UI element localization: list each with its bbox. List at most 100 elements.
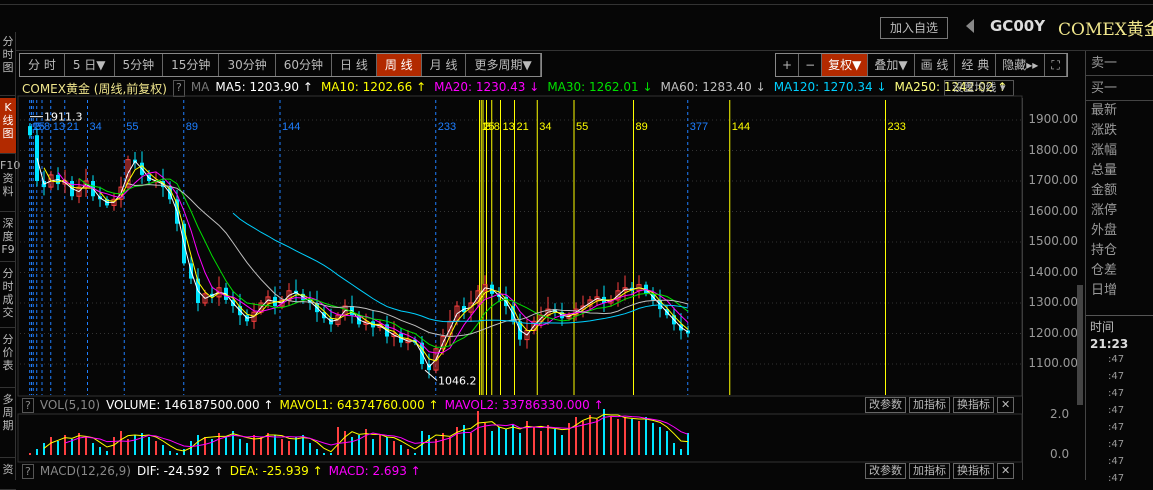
macd-value: MACD: 2.693 ↑ (328, 464, 421, 478)
volume-bar (351, 437, 353, 455)
volume-bar (470, 433, 472, 455)
volume-bar (176, 453, 178, 455)
fib-label: 233 (888, 121, 906, 133)
quote-label: 涨跌 (1091, 123, 1118, 138)
volume-bar (680, 449, 682, 455)
volume-bar (260, 437, 262, 455)
quote-label: 买一 (1086, 76, 1153, 101)
volume-bar (491, 431, 493, 455)
macd-header: ? MACD(12,26,9) DIF: -24.592 ↑ DEA: -25.… (22, 464, 421, 479)
volume-bar (596, 419, 598, 455)
volume-bar (211, 439, 213, 455)
switch-indicator-button[interactable]: 换指标 (953, 397, 994, 413)
volume-bar (575, 417, 577, 455)
quote-label: 最新 (1091, 103, 1118, 118)
close-icon[interactable]: ✕ (997, 397, 1015, 413)
ma-line (232, 212, 689, 324)
tick-time: :47 (1108, 371, 1125, 382)
dif-value: DIF: -24.592 ↑ (136, 464, 224, 478)
volume-bar (57, 441, 59, 455)
volume-bar (113, 437, 115, 455)
edit-params-button[interactable]: 改参数 (865, 463, 906, 479)
volume-bar (547, 425, 549, 455)
volume-bar (85, 437, 87, 455)
volume-bar (400, 445, 402, 455)
volume-bar (631, 419, 633, 455)
volume-bar (148, 437, 150, 455)
low-pointer (424, 369, 438, 381)
add-indicator-button[interactable]: 加指标 (909, 463, 950, 479)
volume-bar (134, 435, 136, 455)
quote-label: 涨幅 (1091, 143, 1118, 158)
volume-bar (442, 433, 444, 455)
quote-label: 金额 (1091, 183, 1118, 198)
volume-bar (638, 421, 640, 455)
macd-help-button[interactable]: ? (22, 464, 34, 479)
macd-label: MACD(12,26,9) (39, 464, 131, 478)
volume-bar (624, 417, 626, 455)
ma-line (36, 157, 689, 368)
add-indicator-button[interactable]: 加指标 (909, 397, 950, 413)
volume-bar (239, 439, 241, 455)
fib-label: 21 (517, 121, 529, 133)
volume-bar (603, 409, 605, 455)
volume-bar (225, 437, 227, 455)
volume-bar (120, 431, 122, 455)
volume-bar (652, 423, 654, 455)
vol-help-button[interactable]: ? (22, 398, 34, 413)
volume-bar (645, 417, 647, 455)
close-icon[interactable]: ✕ (997, 463, 1015, 479)
volume-bar (246, 443, 248, 455)
volume-bar (477, 411, 479, 455)
quote-label: 日增 (1091, 283, 1118, 298)
quote-label: 总量 (1091, 163, 1118, 178)
volume-bar (323, 453, 325, 455)
edit-params-button[interactable]: 改参数 (865, 397, 906, 413)
tick-time: :47 (1108, 456, 1125, 467)
volume-bar (561, 435, 563, 455)
volume-bar (484, 423, 486, 455)
volume-bar (155, 441, 157, 455)
fib-label: 233 (438, 121, 456, 133)
quote-label: 持仓 (1091, 243, 1118, 258)
volume-bar (274, 435, 276, 455)
tick-time: :47 (1108, 405, 1125, 416)
fib-label: 34 (539, 121, 551, 133)
volume-bar (162, 445, 164, 455)
tick-time: :47 (1108, 354, 1125, 365)
volume-bar (582, 421, 584, 455)
volume-bar (498, 427, 500, 455)
ma-line (43, 165, 689, 362)
volume-bar (29, 453, 31, 455)
volume-bar (512, 425, 514, 455)
dea-value: DEA: -25.939 ↑ (229, 464, 323, 478)
mavol-line (64, 415, 689, 448)
volume-bar (43, 443, 45, 455)
quote-label: 仓差 (1091, 263, 1118, 278)
volume-bar (330, 453, 332, 455)
volume-bar (533, 427, 535, 455)
time-label: 时间 (1086, 315, 1153, 337)
quote-label: 外盘 (1091, 223, 1118, 238)
volume-bar (295, 437, 297, 455)
fib-label: 89 (186, 121, 198, 133)
fib-label: 8 (494, 121, 500, 133)
quote-label: 卖一 (1086, 51, 1153, 76)
volume-bar (610, 417, 612, 455)
tick-time: :47 (1108, 439, 1125, 450)
volume-bar (253, 435, 255, 455)
volume-bar (505, 429, 507, 455)
volume-bar (316, 449, 318, 455)
volume-bar (232, 431, 234, 455)
volume-bar (687, 433, 689, 455)
volume-bar (456, 427, 458, 455)
fib-label: 55 (126, 121, 138, 133)
quote-label: 涨停 (1091, 203, 1118, 218)
candle-body (28, 126, 32, 136)
switch-indicator-button[interactable]: 换指标 (953, 463, 994, 479)
high-label: 1911.3 (44, 111, 83, 124)
volume-bar (365, 429, 367, 455)
volume-bar (288, 441, 290, 455)
volume-bar (106, 451, 108, 455)
volume-bar (414, 453, 416, 455)
